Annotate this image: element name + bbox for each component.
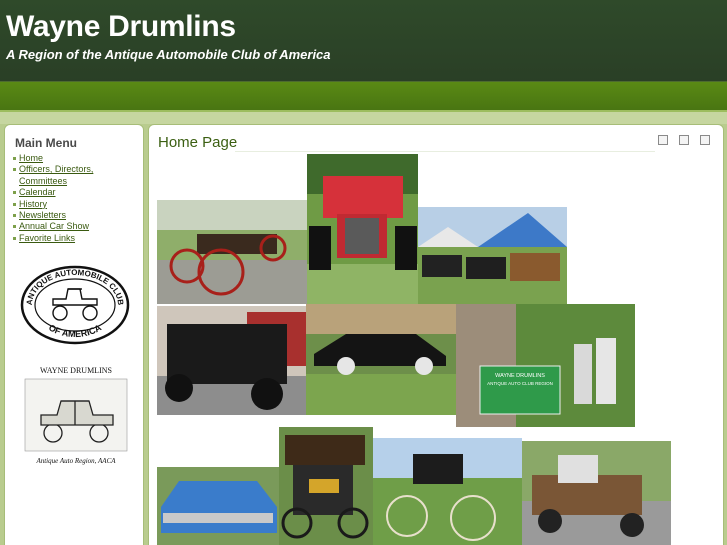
bullet-icon [13, 202, 16, 206]
bullet-icon [13, 191, 16, 195]
photo-black-sedan[interactable] [306, 304, 456, 415]
site-header: Wayne Drumlins A Region of the Antique A… [0, 0, 727, 82]
menu-item-favorite-links: Favorite Links [13, 233, 139, 244]
main-menu: Home Officers, Directors, Committees Cal… [13, 153, 139, 244]
photo-blue-buick[interactable] [157, 467, 279, 545]
menu-item-officers: Officers, Directors, Committees [13, 164, 139, 187]
aaca-logo[interactable]: ANTIQUE AUTOMOBILE CLUB OF AMERICA [20, 265, 130, 345]
menu-item-calendar: Calendar [13, 187, 139, 198]
photo-brass-era-car[interactable] [279, 427, 373, 545]
photo-black-roadster[interactable] [157, 306, 306, 415]
nav-bar [0, 82, 727, 112]
menu-link-home[interactable]: Home [19, 153, 43, 163]
menu-link-car-show[interactable]: Annual Car Show [19, 221, 89, 231]
header-band [0, 112, 727, 124]
banner-line1: WAYNE DRUMLINS [495, 373, 545, 379]
wayne-logo-top-text: WAYNE DRUMLINS [40, 366, 112, 375]
menu-link-officers[interactable]: Officers, Directors, Committees [19, 164, 93, 185]
menu-link-history[interactable]: History [19, 199, 47, 209]
main-menu-title: Main Menu [15, 136, 77, 150]
photo-red-hotrod[interactable] [307, 154, 418, 304]
wayne-drumlins-logo[interactable]: WAYNE DRUMLINS Antique Auto Region, AACA [19, 363, 133, 467]
bullet-icon [13, 168, 16, 172]
email-icon[interactable] [700, 135, 710, 145]
menu-link-calendar[interactable]: Calendar [19, 187, 56, 197]
sidebar: Main Menu Home Officers, Directors, Comm… [4, 124, 144, 545]
menu-item-history: History [13, 199, 139, 210]
pdf-icon[interactable] [658, 135, 668, 145]
photo-antique-buggy[interactable] [157, 200, 307, 304]
menu-item-car-show: Annual Car Show [13, 221, 139, 232]
bullet-icon [13, 157, 16, 160]
menu-item-home: Home [13, 153, 139, 164]
wayne-logo-bottom-text: Antique Auto Region, AACA [35, 457, 116, 465]
banner-line2: ANTIQUE AUTO CLUB REGION [487, 381, 553, 386]
photo-engine-open-car[interactable] [522, 441, 671, 545]
site-title[interactable]: Wayne Drumlins [6, 10, 236, 44]
menu-link-newsletters[interactable]: Newsletters [19, 210, 66, 220]
photo-car-show-tent[interactable] [418, 207, 567, 304]
title-divider [235, 151, 655, 152]
photo-club-banner-members[interactable]: WAYNE DRUMLINS ANTIQUE AUTO CLUB REGION [456, 304, 635, 427]
bullet-icon [13, 214, 16, 218]
bullet-icon [13, 225, 16, 229]
menu-link-favorite-links[interactable]: Favorite Links [19, 233, 75, 243]
site-subtitle: A Region of the Antique Automobile Club … [6, 47, 331, 62]
photo-horseless-carriage[interactable] [373, 438, 522, 545]
menu-item-newsletters: Newsletters [13, 210, 139, 221]
bullet-icon [13, 236, 16, 240]
print-icon[interactable] [679, 135, 689, 145]
page-title: Home Page [158, 134, 238, 151]
